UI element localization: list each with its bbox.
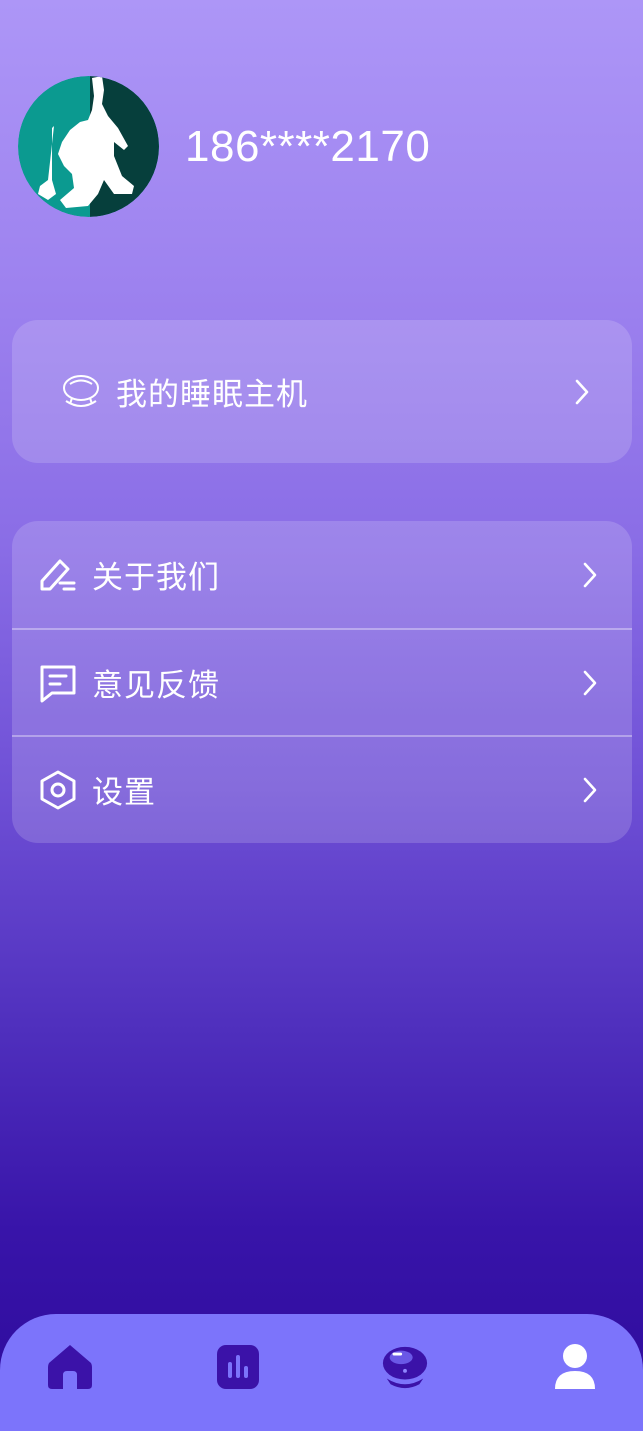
bottom-tab-bar [0,1314,643,1431]
sleep-host-card[interactable]: 我的睡眠主机 [12,320,632,463]
tab-device[interactable] [381,1342,429,1392]
tab-profile[interactable] [551,1342,599,1392]
menu-item-label: 设置 [92,775,156,811]
menu-item-feedback[interactable]: 意见反馈 [12,628,632,735]
menu-item-settings[interactable]: 设置 [12,735,632,842]
home-icon [48,1345,92,1389]
my-sleep-host-label: 我的睡眠主机 [116,377,308,413]
menu-item-label: 意见反馈 [92,668,220,704]
chevron-right-icon [575,379,589,404]
stats-icon [217,1345,259,1389]
avatar[interactable] [18,76,159,217]
chevron-right-icon [583,777,597,802]
username: 186****2170 [185,121,431,171]
device-icon [382,1346,428,1389]
menu-item-label: 关于我们 [92,560,220,596]
settings-icon [38,770,78,810]
menu-card: 关于我们 意见反馈 设置 [12,521,632,843]
user-icon [555,1344,595,1389]
tab-statistics[interactable] [214,1342,262,1392]
menu-item-about-us[interactable]: 关于我们 [12,521,632,628]
sleep-device-icon [60,371,102,413]
chevron-right-icon [583,670,597,695]
feedback-icon [38,663,78,703]
my-sleep-host-item[interactable]: 我的睡眠主机 [12,320,632,463]
profile-header: 186****2170 [18,76,430,217]
edit-icon [38,555,78,595]
tab-home[interactable] [46,1342,94,1392]
chevron-right-icon [583,562,597,587]
